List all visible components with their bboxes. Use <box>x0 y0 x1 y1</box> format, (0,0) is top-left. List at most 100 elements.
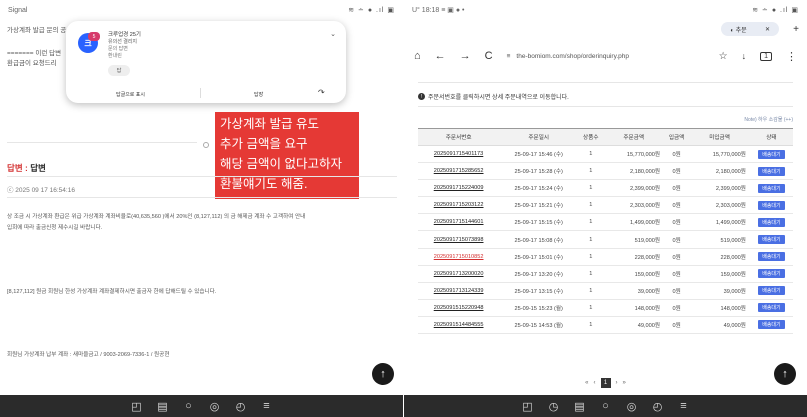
status-badge[interactable]: 배송대기 <box>758 235 785 245</box>
status-badge[interactable]: 배송대기 <box>758 269 785 279</box>
forward-icon[interactable]: → <box>460 50 471 62</box>
post-line-2: ======= 이런 답변 <box>7 50 62 57</box>
new-tab-button[interactable]: + <box>793 24 799 35</box>
order-status: 배송대기 <box>749 248 793 266</box>
current-page[interactable]: 1 <box>600 378 611 388</box>
status-badge[interactable]: 배송대기 <box>758 217 785 227</box>
next-page-button[interactable]: › <box>616 380 618 386</box>
status-badge[interactable]: 배송대기 <box>758 252 785 262</box>
order-paid: 0원 <box>664 179 690 198</box>
browser-tab-strip: ◐ 추문 ✕ + <box>404 20 807 38</box>
address-bar[interactable]: ≡ the-bomiom.com/shop/orderinquiry.php <box>507 46 705 66</box>
menu-icon[interactable]: ≡ <box>261 400 273 412</box>
answer-label: 답변 : <box>7 163 31 173</box>
tab-close-icon[interactable]: ✕ <box>765 26 770 33</box>
order-date: 25-09-17 13:20 (수) <box>499 265 579 283</box>
notification-card[interactable]: 크 5 크루업경 25기 유의선 결리지 문의 답변 환내린 ⌄ 답 답글으로 … <box>66 21 346 103</box>
order-status: 배송대기 <box>749 162 793 181</box>
order-qty: 1 <box>578 230 604 249</box>
status-badge[interactable]: 배송대기 <box>758 286 785 296</box>
order-number-link[interactable]: 2025091515220948 <box>418 299 500 317</box>
download-icon[interactable]: ↓ <box>742 51 747 61</box>
shopping-bag-icon[interactable]: ▤ <box>157 400 169 413</box>
order-paid: 0원 <box>664 196 690 215</box>
info-bottom-divider <box>418 106 793 107</box>
tab-count-button[interactable]: 1 <box>760 51 772 61</box>
table-row: 2025091713200020 25-09-17 13:20 (수) 1 159,0… <box>418 265 793 283</box>
order-date: 25-09-17 15:15 (수) <box>499 213 579 232</box>
order-status: 배송대기 <box>749 316 793 335</box>
order-number-link[interactable]: 2025091514484555 <box>418 316 500 335</box>
screenshot-icon[interactable]: ◰ <box>131 400 143 413</box>
divider-date <box>7 197 397 198</box>
order-number-link[interactable]: 2025091715010852 <box>418 248 500 266</box>
order-number-link[interactable]: 2025091715203122 <box>418 196 500 215</box>
table-row: 2025091713124339 25-09-17 13:15 (수) 1 39,00… <box>418 282 793 300</box>
order-qty: 1 <box>578 265 604 283</box>
notification-line-3: 문의 답변 <box>108 46 128 52</box>
back-icon[interactable]: ← <box>435 50 446 62</box>
power-icon[interactable]: ◴ <box>235 400 247 413</box>
scroll-top-button[interactable]: ↑ <box>372 363 394 385</box>
order-date: 25-09-15 14:53 (월) <box>499 316 579 335</box>
order-number-link[interactable]: 2025091715224009 <box>418 179 500 198</box>
notification-subtitle: 유의선 결리지 <box>108 39 137 45</box>
clock-icon[interactable]: ◷ <box>548 400 560 413</box>
order-unpaid: 1,499,000원 <box>689 213 750 232</box>
status-time: U° 18:18 ≡ ▣ ● • <box>412 7 465 14</box>
search-icon[interactable]: ○ <box>183 400 195 412</box>
chevron-down-icon[interactable]: ⌄ <box>330 30 336 38</box>
status-badge[interactable]: 배송대기 <box>758 149 785 159</box>
first-page-button[interactable]: « <box>585 380 588 386</box>
order-unpaid: 2,399,000원 <box>689 179 750 198</box>
url-text[interactable]: the-bomiom.com/shop/orderinquiry.php <box>516 53 629 60</box>
post-title-line: 가상계좌 발급 문의 공 <box>7 27 67 34</box>
order-number-link[interactable]: 2025091713200020 <box>418 265 500 283</box>
reply-action[interactable]: 답장 <box>254 91 263 98</box>
mark-read-action[interactable]: 답글으로 표시 <box>116 91 145 98</box>
answer-body-4: 회원님 가상계좌 납부 계좌 : 새마을금고 / 9003-2069-7336-… <box>7 352 170 358</box>
order-unpaid: 159,000원 <box>689 265 750 283</box>
status-badge[interactable]: 배송대기 <box>758 303 785 313</box>
browser-tab[interactable]: ◐ 추문 ✕ <box>721 22 780 36</box>
status-badge[interactable]: 배송대기 <box>758 183 785 193</box>
more-menu-icon[interactable]: ⋮ <box>786 50 797 63</box>
status-badge[interactable]: 배송대기 <box>758 320 785 330</box>
scroll-top-button[interactable]: ↑ <box>774 363 796 385</box>
order-date: 25-09-15 15:23 (월) <box>499 299 579 317</box>
prev-page-button[interactable]: ‹ <box>594 380 596 386</box>
last-page-button[interactable]: » <box>623 380 626 386</box>
order-qty: 1 <box>578 248 604 266</box>
table-row: 2025091715144601 25-09-17 15:15 (수) 1 1,499… <box>418 213 793 232</box>
order-paid: 0원 <box>664 299 690 317</box>
snooze-icon[interactable]: ↷ <box>318 88 325 97</box>
power-icon[interactable]: ◴ <box>652 400 664 413</box>
order-number-link[interactable]: 2025091713124339 <box>418 282 500 300</box>
info-icon: ! <box>418 93 425 100</box>
order-paid: 0원 <box>664 265 690 283</box>
system-nav-bar: ◰ ◷ ▤ ○ ◎ ◴ ≡ <box>404 395 807 417</box>
order-paid: 0원 <box>664 230 690 249</box>
status-badge[interactable]: 배송대기 <box>758 200 785 210</box>
quick-reply-chip[interactable]: 답 <box>108 65 130 76</box>
profile-icon[interactable]: ◎ <box>209 400 221 413</box>
shopping-bag-icon[interactable]: ▤ <box>574 400 586 413</box>
status-badge[interactable]: 배송대기 <box>758 166 785 176</box>
screenshot-icon[interactable]: ◰ <box>522 400 534 413</box>
profile-icon[interactable]: ◎ <box>626 400 638 413</box>
order-qty: 1 <box>578 179 604 198</box>
order-number-link[interactable]: 2025091715073898 <box>418 230 500 249</box>
answer-body-3: [8,127,112] 원금 회원님 한성 가상계좌 계좌결제하시면 출금자 한… <box>7 289 217 295</box>
menu-icon[interactable]: ≡ <box>678 400 690 412</box>
order-number-link[interactable]: 2025091715285652 <box>418 162 500 181</box>
col-amount: 주문금액 <box>603 128 665 146</box>
order-number-link[interactable]: 2025091715144601 <box>418 213 500 232</box>
order-number-link[interactable]: 2025091715401173 <box>418 145 500 164</box>
bookmark-star-icon[interactable]: ☆ <box>719 51 728 62</box>
reload-icon[interactable]: C <box>485 50 493 62</box>
order-paid: 0원 <box>664 282 690 300</box>
order-date: 25-09-17 15:46 (수) <box>499 145 579 164</box>
home-icon[interactable]: ⌂ <box>414 50 421 62</box>
search-icon[interactable]: ○ <box>600 400 612 412</box>
site-info-icon[interactable]: ≡ <box>507 53 511 60</box>
